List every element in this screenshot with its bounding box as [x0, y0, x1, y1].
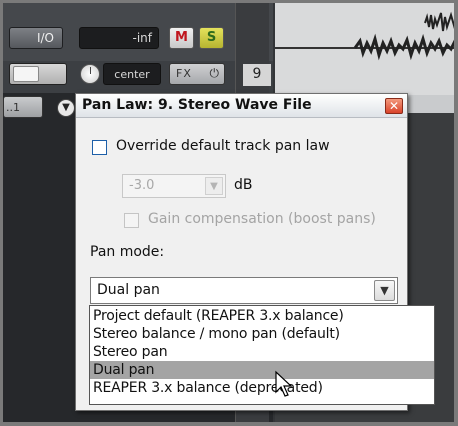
pan-knob[interactable] — [80, 64, 100, 84]
pan-mode-dropdown-list: Project default (REAPER 3.x balance) Ste… — [89, 305, 435, 405]
waveform-graphic — [353, 11, 454, 61]
pan-mode-value: Dual pan — [97, 282, 160, 298]
pan-law-db-value: -3.0 — [129, 178, 155, 193]
volume-slider[interactable] — [9, 63, 67, 85]
chevron-down-icon[interactable]: ▼ — [374, 280, 395, 301]
close-button[interactable]: ✕ — [385, 98, 403, 114]
pan-readout[interactable]: center — [103, 63, 161, 85]
fx-label: FX — [176, 67, 192, 80]
fx-button[interactable]: FX ⏻ — [169, 63, 225, 85]
chevron-down-icon[interactable]: ▼ — [205, 177, 223, 195]
mute-button[interactable]: M — [169, 27, 194, 49]
override-label[interactable]: Override default track pan law — [116, 138, 330, 154]
pan-law-db-select[interactable]: -3.0 ▼ — [122, 174, 226, 198]
dropdown-option[interactable]: Stereo pan — [90, 343, 434, 361]
dropdown-option[interactable]: Stereo balance / mono pan (default) — [90, 325, 434, 343]
app-window: I/O -inf M S center FX ⏻ 9 ..1 ▼ Pan Law… — [0, 0, 458, 426]
pan-mode-select[interactable]: Dual pan ▼ — [90, 277, 398, 304]
pan-mode-label: Pan mode: — [90, 244, 165, 260]
volume-slider-handle[interactable] — [13, 66, 39, 82]
io-button[interactable]: I/O — [9, 27, 63, 49]
override-checkbox[interactable] — [92, 140, 107, 155]
dropdown-option-selected[interactable]: Dual pan — [90, 361, 434, 379]
chevron-down-icon[interactable]: ▼ — [57, 99, 75, 117]
dropdown-option[interactable]: Project default (REAPER 3.x balance) — [90, 307, 434, 325]
dropdown-option[interactable]: REAPER 3.x balance (deprecated) — [90, 379, 434, 397]
power-icon[interactable]: ⏻ — [210, 66, 221, 81]
track-mode-selector[interactable]: ..1 — [3, 96, 43, 118]
gain-compensation-checkbox[interactable] — [124, 213, 139, 228]
mouse-cursor-icon — [275, 370, 293, 397]
gain-compensation-label[interactable]: Gain compensation (boost pans) — [148, 211, 376, 227]
solo-button[interactable]: S — [199, 27, 224, 49]
close-icon: ✕ — [388, 99, 400, 113]
dialog-title: Pan Law: 9. Stereo Wave File — [82, 97, 312, 113]
dialog-titlebar[interactable]: Pan Law: 9. Stereo Wave File ✕ — [76, 94, 407, 118]
volume-readout[interactable]: -inf — [79, 27, 159, 49]
track-number: 9 — [243, 64, 271, 86]
db-unit-label: dB — [234, 177, 253, 193]
